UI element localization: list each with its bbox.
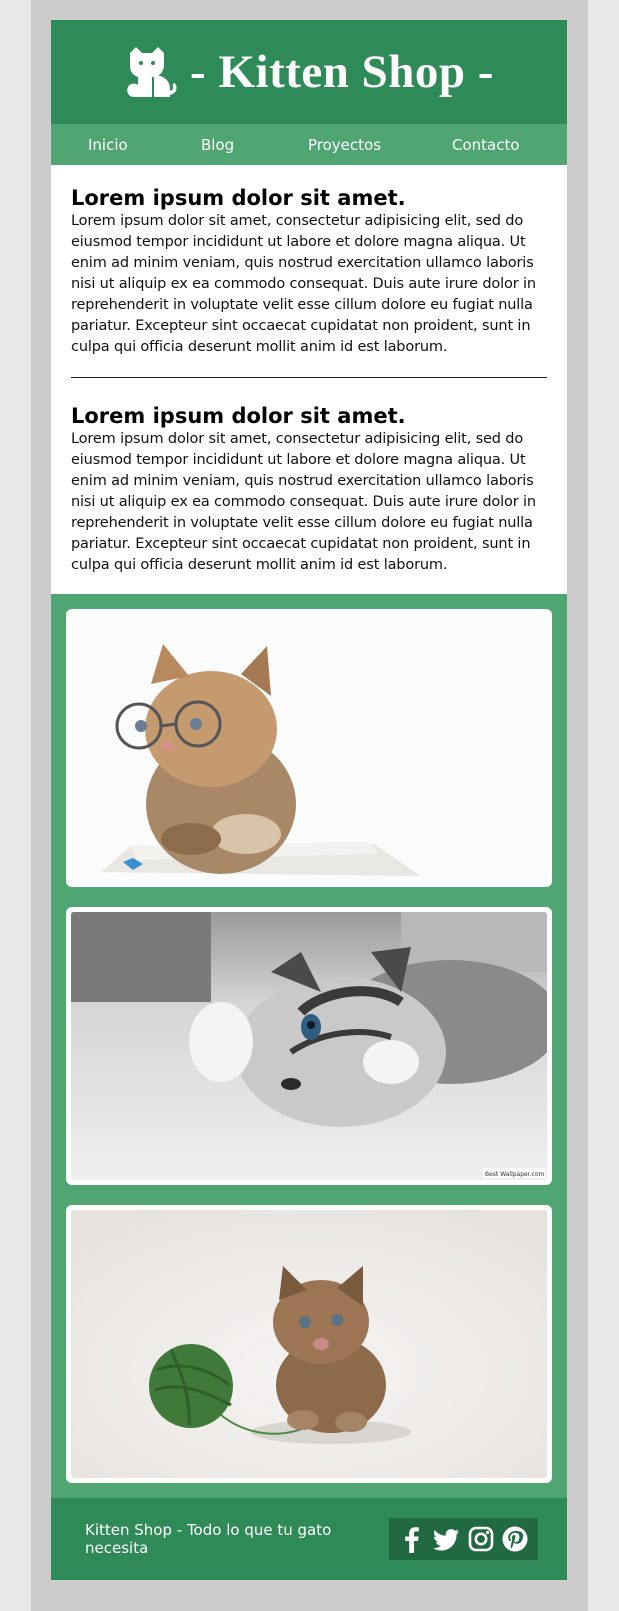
nav-item-blog[interactable]: Blog bbox=[201, 136, 234, 154]
site-header: - Kitten Shop - bbox=[51, 20, 567, 124]
nav-item-proyectos[interactable]: Proyectos bbox=[308, 136, 381, 154]
page: - Kitten Shop - Inicio Blog Proyectos Co… bbox=[51, 20, 567, 1591]
photo-gallery: Best Wallpaper.com bbox=[51, 594, 567, 1498]
nav-item-contacto[interactable]: Contacto bbox=[452, 136, 520, 154]
site-title: - Kitten Shop - bbox=[190, 46, 494, 98]
wallpaper-watermark: Best Wallpaper.com bbox=[485, 1171, 545, 1178]
main-content: Lorem ipsum dolor sit amet. Lorem ipsum … bbox=[51, 165, 567, 594]
footer-tagline: Kitten Shop - Todo lo que tu gato necesi… bbox=[85, 1521, 332, 1557]
article-heading: Lorem ipsum dolor sit amet. bbox=[71, 186, 406, 210]
site-footer: Kitten Shop - Todo lo que tu gato necesi… bbox=[51, 1498, 567, 1580]
article-heading: Lorem ipsum dolor sit amet. bbox=[71, 404, 406, 428]
photo-kitten-glasses bbox=[66, 609, 552, 887]
pinterest-icon[interactable] bbox=[501, 1525, 529, 1553]
twitter-icon[interactable] bbox=[432, 1525, 460, 1553]
kitten-yarn-image bbox=[71, 1210, 547, 1478]
photo-kitten-bed: Best Wallpaper.com bbox=[66, 907, 552, 1185]
kitten-glasses-image bbox=[71, 614, 547, 882]
instagram-icon[interactable] bbox=[467, 1525, 495, 1553]
article-body: Lorem ipsum dolor sit amet, consectetur … bbox=[71, 431, 536, 573]
divider bbox=[71, 377, 547, 378]
photo-kitten-yarn bbox=[66, 1205, 552, 1483]
cat-icon bbox=[127, 47, 177, 97]
kitten-bed-image: Best Wallpaper.com bbox=[71, 912, 547, 1180]
article-body: Lorem ipsum dolor sit amet, consectetur … bbox=[71, 213, 536, 355]
facebook-icon[interactable] bbox=[398, 1525, 426, 1553]
article: Lorem ipsum dolor sit amet. Lorem ipsum … bbox=[71, 403, 547, 576]
article: Lorem ipsum dolor sit amet. Lorem ipsum … bbox=[71, 185, 547, 358]
social-links bbox=[389, 1518, 538, 1560]
main-nav: Inicio Blog Proyectos Contacto bbox=[51, 124, 567, 165]
nav-item-inicio[interactable]: Inicio bbox=[88, 136, 128, 154]
